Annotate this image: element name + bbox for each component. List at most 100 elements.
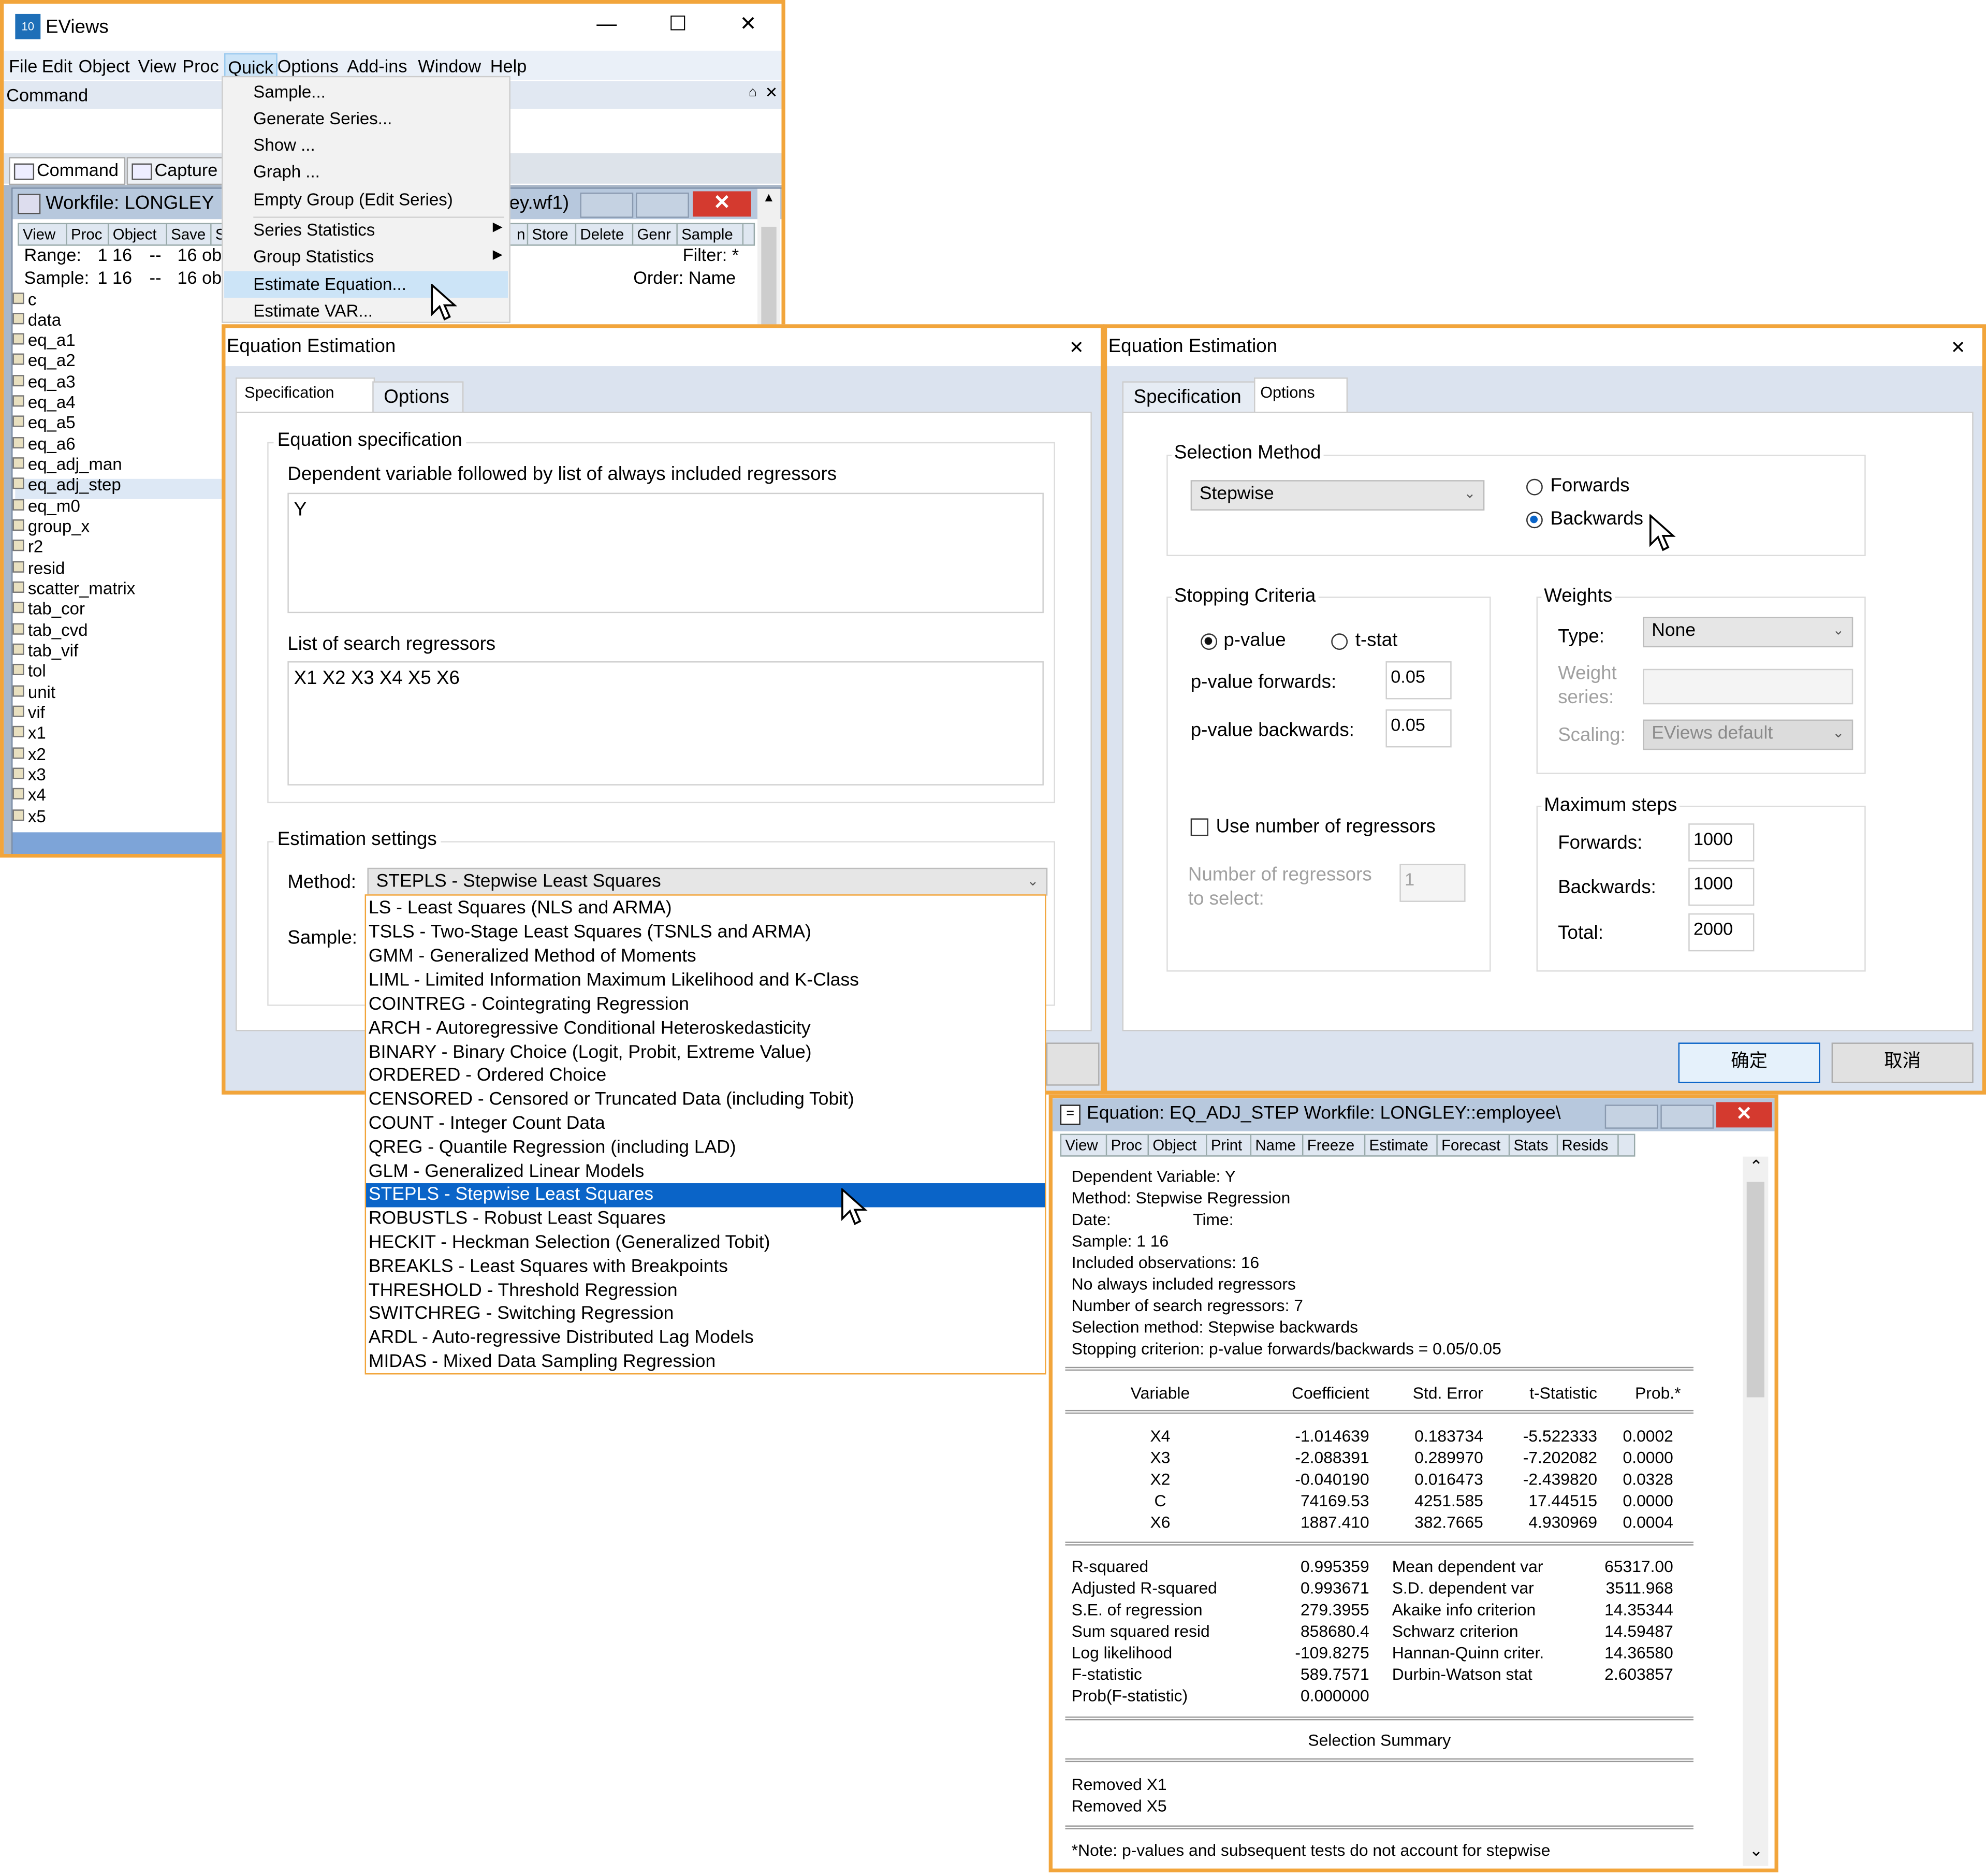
wf-proc-button[interactable]: Proc (67, 224, 109, 245)
pvalue-forwards-input[interactable]: 0.05 (1385, 661, 1452, 700)
menu-item-show[interactable]: Show ... (253, 136, 315, 155)
tab-specification[interactable]: Specification (236, 377, 375, 413)
method-option[interactable]: TSLS - Two-Stage Least Squares (TSNLS an… (366, 921, 1045, 945)
method-option[interactable]: GLM - Generalized Linear Models (366, 1160, 1045, 1184)
menu-options[interactable]: Options (278, 56, 339, 76)
wf-store-button[interactable]: Store (528, 224, 577, 245)
menu-object[interactable]: Object (79, 56, 130, 76)
tab-options[interactable]: Options (372, 381, 464, 415)
workfile-minimize-button[interactable] (580, 192, 634, 218)
ok-button[interactable]: 确定 (1678, 1042, 1820, 1083)
number-regressors-input[interactable]: 1 (1399, 864, 1466, 902)
eq-view-button[interactable]: View (1061, 1135, 1107, 1156)
total-steps-input[interactable]: 2000 (1688, 913, 1755, 952)
eq-estimate-button[interactable]: Estimate (1365, 1135, 1438, 1156)
method-select[interactable]: STEPLS - Stepwise Least Squares ⌄ (367, 867, 1048, 896)
list-item[interactable]: resid (12, 559, 65, 579)
method-option[interactable]: SWITCHREG - Switching Regression (366, 1302, 1045, 1326)
menu-help[interactable]: Help (490, 56, 527, 76)
list-item[interactable]: eq_a4 (12, 392, 76, 413)
menu-item-series-statistics[interactable]: Series Statistics (253, 221, 375, 240)
list-item[interactable]: r2 (12, 537, 43, 557)
list-item[interactable]: x3 (12, 765, 46, 786)
list-item[interactable]: eq_a3 (12, 372, 76, 392)
method-option-selected[interactable]: STEPLS - Stepwise Least Squares (366, 1183, 1045, 1208)
pvalue-backwards-input[interactable]: 0.05 (1385, 709, 1452, 748)
list-item[interactable]: eq_a1 (12, 331, 76, 351)
method-option[interactable]: ARDL - Auto-regressive Distributed Lag M… (366, 1326, 1045, 1350)
backwards-radio[interactable] (1526, 512, 1543, 529)
list-item[interactable]: eq_adj_man (12, 455, 122, 475)
forwards-steps-input[interactable]: 1000 (1688, 823, 1755, 862)
menu-item-empty-group[interactable]: Empty Group (Edit Series) (253, 190, 452, 209)
menu-proc[interactable]: Proc (182, 56, 218, 76)
method-option[interactable]: HECKIT - Heckman Selection (Generalized … (366, 1231, 1045, 1255)
close-button[interactable]: ✕ (740, 14, 757, 35)
wf-delete-button[interactable]: Delete (576, 224, 634, 245)
close-button[interactable]: ✕ (1951, 337, 1966, 357)
eq-object-button[interactable]: Object (1149, 1135, 1207, 1156)
method-option[interactable]: ORDERED - Ordered Choice (366, 1064, 1045, 1088)
method-option[interactable]: COUNT - Integer Count Data (366, 1112, 1045, 1136)
wf-sample-button[interactable]: Sample (678, 224, 744, 245)
close-pane-icon[interactable]: ✕ (765, 83, 778, 101)
list-item[interactable]: data (12, 310, 61, 330)
menu-view[interactable]: View (138, 56, 177, 76)
equation-scrollbar[interactable]: ⌃ ⌄ (1743, 1156, 1769, 1866)
eq-forecast-button[interactable]: Forecast (1438, 1135, 1510, 1156)
method-option[interactable]: COINTREG - Cointegrating Regression (366, 993, 1045, 1017)
list-item[interactable]: x2 (12, 745, 46, 765)
eq-stats-button[interactable]: Stats (1510, 1135, 1558, 1156)
workfile-close-button[interactable]: ✕ (693, 191, 751, 217)
eq-name-button[interactable]: Name (1251, 1135, 1304, 1156)
eq-freeze-button[interactable]: Freeze (1303, 1135, 1366, 1156)
tab-command[interactable]: Command (9, 157, 126, 185)
equation-close-button[interactable]: ✕ (1716, 1102, 1772, 1128)
scroll-down-icon[interactable]: ⌄ (1749, 1841, 1763, 1861)
use-number-checkbox[interactable] (1190, 818, 1208, 836)
scroll-up-icon[interactable]: ▲ (763, 191, 775, 205)
ok-button-partial[interactable] (1046, 1042, 1100, 1086)
menu-window[interactable]: Window (418, 56, 481, 76)
list-item[interactable]: tab_cvd (12, 621, 88, 641)
method-option[interactable]: ARCH - Autoregressive Conditional Hetero… (366, 1017, 1045, 1041)
menu-addins[interactable]: Add-ins (347, 56, 407, 76)
eq-print-button[interactable]: Print (1207, 1135, 1252, 1156)
menu-item-sample[interactable]: Sample... (253, 82, 326, 101)
backwards-steps-input[interactable]: 1000 (1688, 867, 1755, 906)
menu-edit[interactable]: Edit (42, 56, 72, 76)
weight-series-input[interactable] (1643, 668, 1853, 705)
menu-item-group-statistics[interactable]: Group Statistics (253, 247, 374, 266)
maximize-button[interactable]: ☐ (669, 14, 687, 35)
list-item[interactable]: x5 (12, 807, 46, 827)
method-option[interactable]: THRESHOLD - Threshold Regression (366, 1279, 1045, 1303)
cancel-button[interactable]: 取消 (1831, 1042, 1974, 1083)
tab-specification[interactable]: Specification (1122, 381, 1257, 415)
pin-icon[interactable]: ⌂ (749, 85, 757, 100)
close-button[interactable]: ✕ (1069, 337, 1084, 357)
method-option[interactable]: QREG - Quantile Regression (including LA… (366, 1137, 1045, 1160)
eq-proc-button[interactable]: Proc (1107, 1135, 1149, 1156)
list-item[interactable]: tab_cor (12, 599, 85, 619)
method-option[interactable]: MIDAS - Mixed Data Sampling Regression (366, 1350, 1045, 1374)
method-option[interactable]: CENSORED - Censored or Truncated Data (i… (366, 1088, 1045, 1112)
menu-item-graph[interactable]: Graph ... (253, 162, 320, 181)
eq-resids-button[interactable]: Resids (1558, 1135, 1619, 1156)
weight-type-select[interactable]: None ⌄ (1643, 617, 1853, 648)
wf-object-button[interactable]: Object (109, 224, 167, 245)
selection-method-select[interactable]: Stepwise ⌄ (1190, 480, 1485, 511)
forwards-radio[interactable] (1526, 478, 1543, 496)
method-option[interactable]: ROBUSTLS - Robust Least Squares (366, 1208, 1045, 1231)
workfile-maximize-button[interactable] (636, 192, 689, 218)
method-option[interactable]: BINARY - Binary Choice (Logit, Probit, E… (366, 1041, 1045, 1065)
list-item[interactable]: eq_adj_step (12, 475, 121, 495)
wf-fetch-button[interactable]: n (513, 224, 529, 245)
pvalue-radio[interactable] (1201, 633, 1218, 650)
sample-value[interactable]: 1 16 (97, 267, 132, 287)
range-value[interactable]: 1 16 (97, 244, 132, 265)
method-option[interactable]: GMM - Generalized Method of Moments (366, 945, 1045, 969)
list-item[interactable]: unit (12, 683, 55, 703)
list-item[interactable]: eq_m0 (12, 497, 80, 517)
scroll-up-icon[interactable]: ⌃ (1749, 1157, 1763, 1177)
list-item[interactable]: c (12, 290, 36, 310)
